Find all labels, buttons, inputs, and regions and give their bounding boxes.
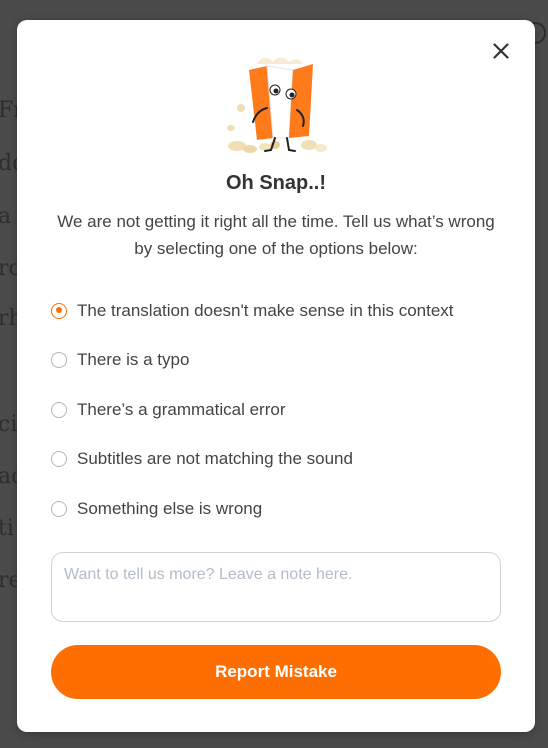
note-textarea[interactable] (51, 552, 501, 622)
background-text-8: ti (0, 516, 14, 541)
option-something-else[interactable]: Something else is wrong (51, 484, 511, 534)
report-mistake-dialog: Oh Snap..! We are not getting it right a… (17, 20, 535, 732)
close-button[interactable] (489, 39, 513, 63)
dialog-description: We are not getting it right all the time… (57, 212, 495, 258)
dialog-title: Oh Snap..! (226, 172, 326, 194)
close-icon (493, 43, 509, 59)
radio-icon[interactable] (51, 352, 67, 369)
radio-icon[interactable] (51, 401, 67, 418)
option-label: There is a typo (77, 350, 190, 370)
radio-selected-icon[interactable] (51, 302, 67, 319)
option-label: Something else is wrong (77, 498, 263, 518)
option-subtitles-not-matching[interactable]: Subtitles are not matching the sound (51, 435, 511, 485)
option-typo[interactable]: There is a typo (51, 336, 511, 386)
option-grammatical-error[interactable]: There’s a grammatical error (51, 385, 511, 435)
background-text-6: ci (0, 412, 18, 437)
report-mistake-button[interactable]: Report Mistake (51, 645, 501, 699)
option-label: The translation doesn't make sense in th… (77, 300, 454, 320)
mascot-illustration (227, 57, 327, 153)
option-label: There’s a grammatical error (77, 399, 286, 419)
option-translation-no-sense[interactable]: The translation doesn't make sense in th… (51, 286, 511, 336)
mistake-options: The translation doesn't make sense in th… (51, 286, 511, 534)
option-label: Subtitles are not matching the sound (77, 449, 353, 469)
radio-icon[interactable] (51, 500, 67, 517)
radio-icon[interactable] (51, 451, 67, 468)
